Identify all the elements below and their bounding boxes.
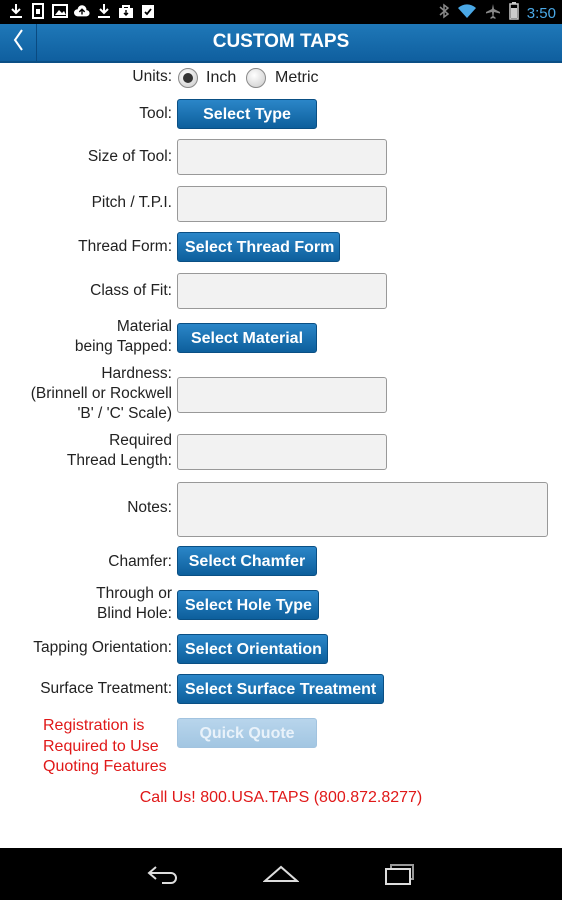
material-label: Material being Tapped: [75,317,172,357]
back-arrow-icon[interactable] [145,862,181,886]
thread-form-label: Thread Form: [78,238,172,255]
material-label-line2: being Tapped: [74,338,172,355]
size-label: Size of Tool: [87,148,172,165]
hardness-label: Hardness: (Brinnell or Rockwell 'B' / 'C… [31,364,172,424]
registration-notice: Registration is Required to Use Quoting … [43,716,167,778]
system-icons: 3:50 [439,2,556,25]
select-orientation-button[interactable]: Select Orientation [177,634,328,664]
status-bar: 3:50 [0,0,562,24]
notes-label: Notes: [127,499,172,516]
quick-quote-button[interactable]: Quick Quote [177,718,317,748]
wifi-icon [457,3,477,24]
orientation-label: Tapping Orientation: [33,639,172,656]
material-label-line1: Material [116,318,172,335]
tool-label: Tool: [139,105,172,122]
size-field[interactable] [177,139,387,175]
recent-apps-icon[interactable] [382,862,418,886]
thread-length-label-line1: Required [109,432,172,449]
home-icon[interactable] [263,862,299,886]
select-hole-type-button[interactable]: Select Hole Type [177,590,319,620]
registration-line1: Registration is [43,717,145,734]
image-icon [52,3,68,19]
select-thread-form-button[interactable]: Select Thread Form [177,232,340,262]
hardness-label-line3: 'B' / 'C' Scale) [77,405,172,422]
notification-icons [8,3,156,19]
units-radio-metric[interactable] [246,68,266,88]
bluetooth-icon [439,3,449,24]
select-material-button[interactable]: Select Material [177,323,317,353]
clipboard-check-icon [140,3,156,19]
select-type-button[interactable]: Select Type [177,99,317,129]
page-title: CUSTOM TAPS [212,31,350,52]
select-surface-treatment-button[interactable]: Select Surface Treatment [177,674,384,704]
notes-field[interactable] [177,482,548,537]
navigation-bar [0,848,562,900]
hardness-label-line1: Hardness: [101,365,172,382]
units-option-metric[interactable]: Metric [275,69,319,87]
registration-line2: Required to Use [43,737,159,755]
pitch-field[interactable] [177,186,387,222]
bag-icon [118,3,134,19]
thread-length-field[interactable] [177,434,387,470]
units-label: Units: [132,68,172,85]
thread-length-label-line2: Thread Length: [66,452,172,469]
cloud-upload-icon [74,3,90,19]
units-option-inch[interactable]: Inch [206,69,236,87]
units-radio-inch[interactable] [178,68,198,88]
call-us-text[interactable]: Call Us! 800.USA.TAPS (800.872.8277) [0,789,562,807]
pitch-label: Pitch / T.P.I. [91,194,172,211]
surface-label: Surface Treatment: [40,680,172,697]
app-bar: CUSTOM TAPS [0,24,562,63]
battery-icon [509,2,519,25]
clock: 3:50 [526,5,556,22]
hardness-field[interactable] [177,377,387,413]
airplane-icon [485,3,501,24]
class-fit-label: Class of Fit: [90,282,172,299]
select-chamfer-button[interactable]: Select Chamfer [177,546,317,576]
registration-line3: Quoting Features [43,758,167,775]
hole-label-line2: Blind Hole: [97,605,172,622]
hole-label: Through or Blind Hole: [96,584,172,624]
chamfer-label: Chamfer: [108,553,172,570]
hole-label-line1: Through or [96,585,172,602]
download-icon [96,3,112,19]
class-fit-field[interactable] [177,273,387,309]
thread-length-label: Required Thread Length: [67,431,172,471]
hardness-label-line2: (Brinnell or Rockwell [30,385,172,402]
sim-icon [30,3,46,19]
download-icon [8,3,24,19]
